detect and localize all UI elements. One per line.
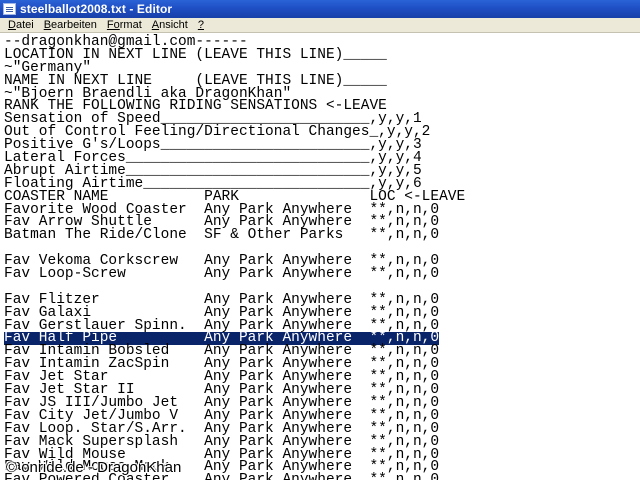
title-bar[interactable]: steelballot2008.txt - Editor [0,0,640,18]
menu-bearbeiten[interactable]: Bearbeiten [39,18,102,32]
editor-text[interactable]: --dragonkhan@gmail.com------ LOCATION IN … [4,35,465,480]
menu-datei[interactable]: Datei [0,18,39,32]
menu-help[interactable]: ? [193,18,209,32]
text-editor-area[interactable]: --dragonkhan@gmail.com------ LOCATION IN … [0,33,640,480]
editor-line[interactable]: Fav Loop-Screw Any Park Anywhere **,n,n,… [4,267,465,281]
menu-bar: Datei Bearbeiten Format Ansicht ? [0,18,640,33]
watermark: © onride.de - DragonKhan [6,459,182,476]
menu-ansicht[interactable]: Ansicht [147,18,193,32]
menu-format[interactable]: Format [102,18,147,32]
notepad-icon[interactable] [3,3,16,15]
window-title: steelballot2008.txt - Editor [20,2,173,16]
editor-line[interactable]: Batman The Ride/Clone SF & Other Parks *… [4,228,465,242]
